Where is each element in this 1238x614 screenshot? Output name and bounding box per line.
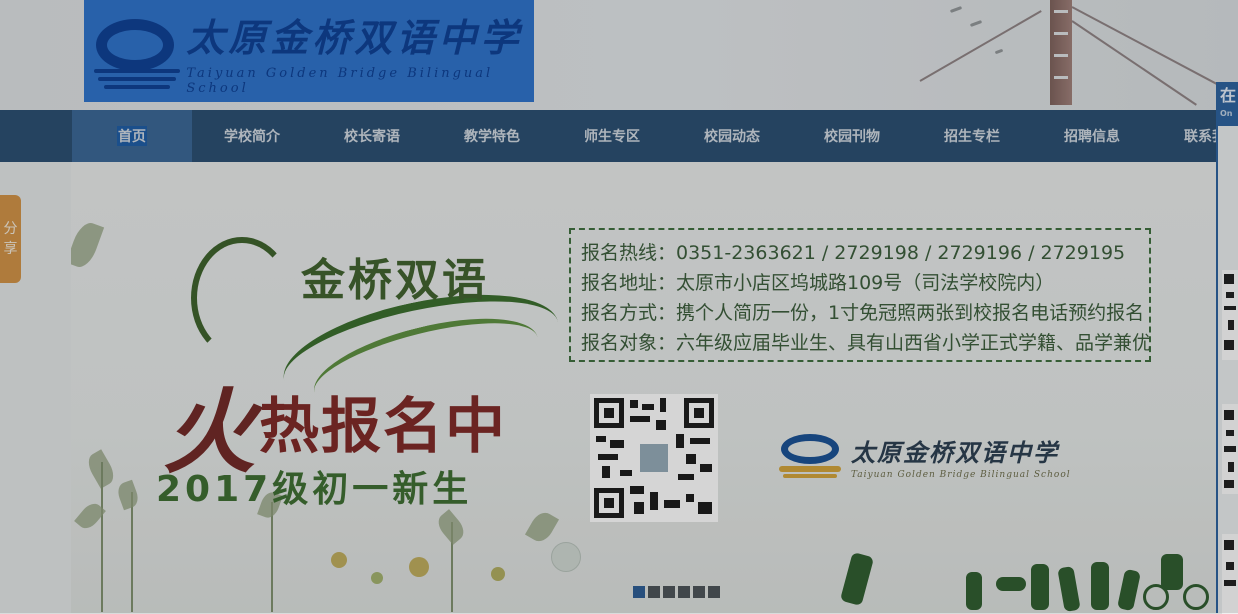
nav-item-teaching-features[interactable]: 教学特色	[432, 110, 552, 162]
share-tab[interactable]: 分 享	[0, 195, 21, 283]
banner-logo-subtitle: Taiyuan Golden Bridge Bilingual School	[851, 469, 1071, 480]
side-qr-code	[1222, 404, 1238, 494]
nav-item-teacher-student[interactable]: 师生专区	[552, 110, 672, 162]
info-method: 报名方式：携个人简历一份，1寸免冠照两张到校报名电话预约报名	[581, 302, 1145, 324]
hero-banner[interactable]: 金桥双语 火 热报名中 2017级初一新生 报名热线：0351-2363621 …	[71, 162, 1238, 613]
logo-subtitle: Taiyuan Golden Bridge Bilingual School	[186, 65, 494, 96]
banner-logo-title: 太原金桥双语中学	[851, 437, 1059, 467]
logo-emblem-icon	[88, 11, 180, 91]
slide-indicators	[633, 586, 720, 598]
main-nav: 首页 学校简介 校长寄语 教学特色 师生专区 校园动态 校园刊物 招生专栏 招聘…	[0, 110, 1238, 162]
bridge-illustration	[900, 0, 1230, 110]
banner-school-logo: 太原金桥双语中学 Taiyuan Golden Bridge Bilingual…	[777, 432, 1071, 480]
slide-dot[interactable]	[663, 586, 675, 598]
nav-item-school-intro[interactable]: 学校简介	[192, 110, 312, 162]
side-qr-code	[1222, 270, 1238, 360]
site-header: 太原金桥双语中学 Taiyuan Golden Bridge Bilingual…	[0, 0, 1238, 110]
slide-dot[interactable]	[693, 586, 705, 598]
runner-silhouette	[839, 552, 875, 606]
info-hotline: 报名热线：0351-2363621 / 2729198 / 2729196 / …	[581, 242, 1126, 264]
nav-item-admissions[interactable]: 招生专栏	[912, 110, 1032, 162]
online-panel-header[interactable]: 在 On	[1218, 82, 1238, 126]
nav-item-principal-message[interactable]: 校长寄语	[312, 110, 432, 162]
online-panel-subtitle: On	[1220, 109, 1233, 118]
nav-item-campus-journal[interactable]: 校园刊物	[792, 110, 912, 162]
slide-dot[interactable]	[678, 586, 690, 598]
info-address: 报名地址：太原市小店区坞城路109号（司法学校院内）	[581, 272, 1055, 294]
side-qr-code	[1222, 534, 1238, 614]
banner-headline: 热报名中	[259, 392, 507, 462]
nav-item-home[interactable]: 首页	[72, 110, 192, 162]
online-service-panel[interactable]: 在 On	[1216, 82, 1238, 614]
banner-title: 金桥双语	[301, 255, 489, 306]
logo-emblem-icon	[777, 432, 843, 480]
banner-grade: 2017级初一新生	[156, 469, 473, 510]
slide-dot[interactable]	[708, 586, 720, 598]
share-label: 分	[3, 221, 18, 237]
qr-logo-icon	[638, 442, 670, 474]
admission-info-box: 报名热线：0351-2363621 / 2729198 / 2729196 / …	[569, 228, 1151, 362]
qr-code	[590, 394, 718, 522]
school-logo[interactable]: 太原金桥双语中学 Taiyuan Golden Bridge Bilingual…	[84, 0, 534, 102]
nav-item-recruitment[interactable]: 招聘信息	[1032, 110, 1152, 162]
slide-dot[interactable]	[648, 586, 660, 598]
share-label: 享	[3, 241, 18, 257]
slide-dot[interactable]	[633, 586, 645, 598]
nav-item-campus-news[interactable]: 校园动态	[672, 110, 792, 162]
logo-title: 太原金桥双语中学	[186, 14, 523, 60]
info-target: 报名对象：六年级应届毕业生、具有山西省小学正式学籍、品学兼优	[581, 332, 1152, 354]
online-panel-title: 在	[1220, 86, 1237, 105]
swirl-decoration	[191, 237, 293, 359]
